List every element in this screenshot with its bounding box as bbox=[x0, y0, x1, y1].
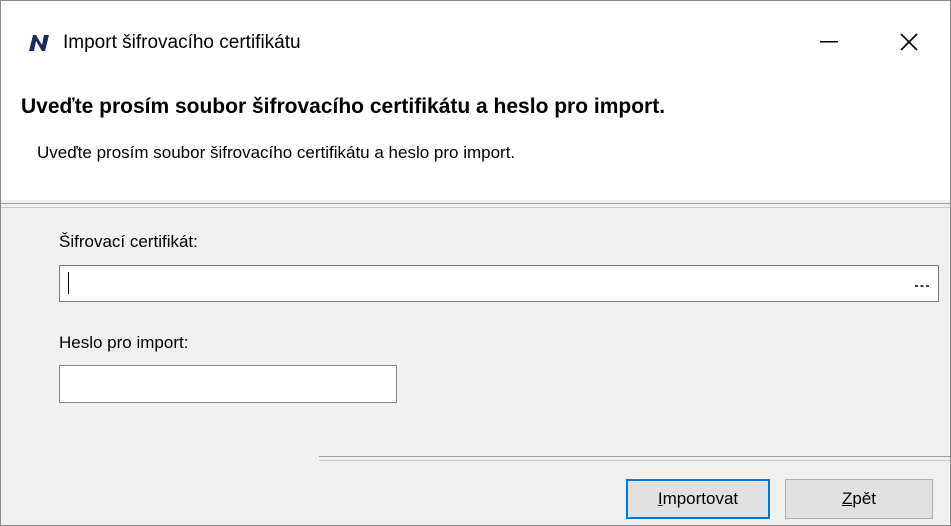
minimize-button[interactable] bbox=[799, 17, 859, 67]
header-panel: Uveďte prosím soubor šifrovacího certifi… bbox=[1, 83, 950, 200]
footer-divider bbox=[319, 456, 950, 457]
back-button[interactable]: Zpět bbox=[785, 479, 933, 519]
text-caret bbox=[68, 272, 69, 294]
browse-button[interactable] bbox=[909, 271, 935, 297]
import-button[interactable]: Importovat bbox=[626, 479, 770, 519]
password-input[interactable] bbox=[59, 365, 397, 403]
app-logo-icon bbox=[28, 34, 50, 52]
window-title: Import šifrovacího certifikátu bbox=[63, 32, 301, 53]
certificate-label: Šifrovací certifikát: bbox=[59, 232, 198, 251]
header-divider bbox=[1, 203, 950, 204]
dialog-window: Import šifrovacího certifikátu Uveďte pr… bbox=[0, 0, 951, 526]
page-subtitle: Uveďte prosím soubor šifrovacího certifi… bbox=[37, 143, 516, 162]
back-button-mnemonic: Z bbox=[841, 489, 853, 508]
title-bar: Import šifrovacího certifikátu bbox=[1, 1, 950, 83]
back-button-label: pět bbox=[852, 489, 877, 508]
header-divider-shadow bbox=[1, 207, 950, 208]
ellipsis-icon bbox=[915, 275, 929, 293]
certificate-input[interactable] bbox=[59, 265, 939, 302]
import-button-label: mportovat bbox=[662, 489, 739, 508]
close-button[interactable] bbox=[879, 17, 939, 67]
footer-divider-shadow bbox=[319, 460, 950, 461]
minimize-icon bbox=[820, 41, 838, 43]
page-title: Uveďte prosím soubor šifrovacího certifi… bbox=[21, 95, 666, 118]
close-icon bbox=[900, 33, 918, 51]
password-label: Heslo pro import: bbox=[59, 333, 189, 352]
